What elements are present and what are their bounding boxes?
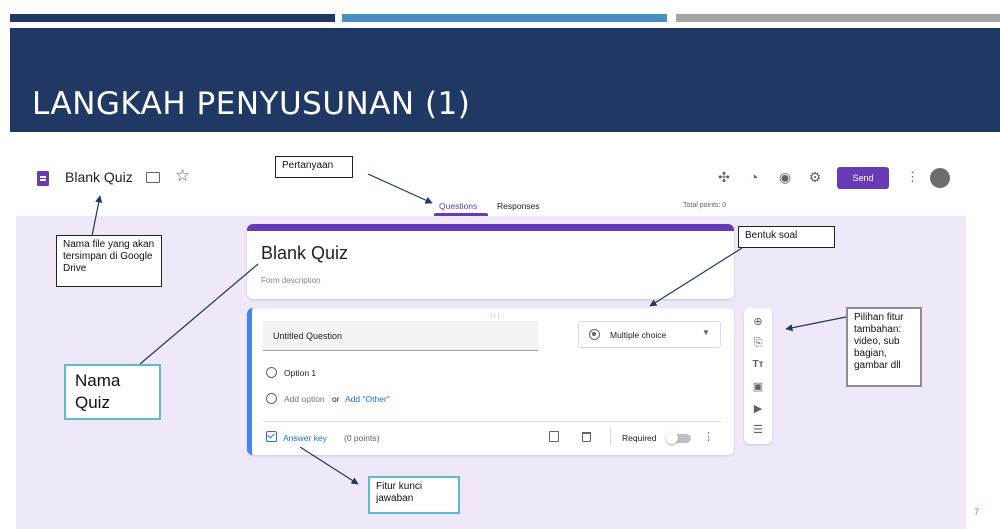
footer-separator <box>610 428 611 446</box>
palette-icon[interactable]: ◔ <box>746 169 762 185</box>
annotation-bentuk-soal: Bentuk soal <box>738 226 835 248</box>
required-label: Required <box>622 433 657 443</box>
doc-title[interactable]: Blank Quiz <box>65 169 133 185</box>
form-title-card[interactable]: Blank Quiz Form description <box>247 224 734 299</box>
add-title-icon[interactable]: Tт <box>750 358 766 372</box>
or-text: or <box>332 394 340 404</box>
more-vert-icon[interactable]: ⋮ <box>906 169 919 185</box>
checklist-icon[interactable] <box>266 431 277 442</box>
tab-responses[interactable]: Responses <box>497 201 540 211</box>
slide-title: LANGKAH PENYUSUNAN (1) <box>32 86 471 122</box>
more-vert-icon[interactable]: ⋮ <box>703 430 714 443</box>
puzzle-icon[interactable]: ✣ <box>716 169 732 185</box>
form-title[interactable]: Blank Quiz <box>261 243 348 264</box>
question-title-input[interactable]: Untitled Question <box>263 321 538 351</box>
side-toolbar: ⊕ ⎘ Tт ▣ ▶ ☰ <box>744 308 772 444</box>
total-points: Total points: 0 <box>683 202 727 209</box>
accent-bar-grey <box>676 14 1000 22</box>
question-title-text: Untitled Question <box>273 331 343 341</box>
option-1-label[interactable]: Option 1 <box>284 368 316 378</box>
accent-bar-dark <box>10 14 335 22</box>
add-option-link[interactable]: Add option <box>284 394 325 404</box>
points-label: (0 points) <box>344 433 380 443</box>
forms-screenshot: Blank Quiz ☆ ✣ ◔ ◉ ⚙ Send ⋮ Questions Re… <box>16 150 966 529</box>
annotation-fitur-kunci: Fitur kunci jawaban <box>368 476 460 514</box>
title-banner: LANGKAH PENYUSUNAN (1) <box>10 28 1000 132</box>
add-question-icon[interactable]: ⊕ <box>750 315 766 329</box>
answer-key-button[interactable]: Answer key <box>283 433 327 443</box>
trash-icon[interactable] <box>582 432 591 442</box>
radio-circle-icon <box>266 393 277 404</box>
question-type-select[interactable]: Multiple choice ▼ <box>578 321 721 348</box>
radio-button-icon <box>589 329 600 340</box>
chevron-down-icon: ▼ <box>702 328 710 337</box>
add-video-icon[interactable]: ▶ <box>750 402 766 416</box>
page-number: 7 <box>974 507 980 517</box>
app-header: Blank Quiz ☆ ✣ ◔ ◉ ⚙ Send ⋮ Questions Re… <box>16 150 966 216</box>
import-questions-icon[interactable]: ⎘ <box>750 336 766 350</box>
forms-icon[interactable] <box>37 171 49 186</box>
question-footer-divider <box>263 421 722 422</box>
annotation-pertanyaan: Pertanyaan <box>275 156 353 178</box>
send-button[interactable]: Send <box>837 167 889 189</box>
question-type-label: Multiple choice <box>610 330 667 340</box>
question-card[interactable]: ⁝⁝⁝ Untitled Question Multiple choice ▼ … <box>247 308 734 455</box>
avatar[interactable] <box>930 168 950 188</box>
gear-icon[interactable]: ⚙ <box>807 169 823 185</box>
tab-questions[interactable]: Questions <box>439 201 477 211</box>
drag-handle-icon[interactable]: ⁝⁝⁝ <box>490 311 501 320</box>
radio-circle-icon <box>266 367 277 378</box>
annotation-nama-quiz: Nama Quiz <box>64 364 161 420</box>
folder-icon[interactable] <box>146 172 160 183</box>
accent-bar-blue <box>342 14 667 22</box>
form-description-field[interactable]: Form description <box>261 276 321 285</box>
eye-icon[interactable]: ◉ <box>777 169 793 185</box>
star-icon[interactable]: ☆ <box>175 166 190 186</box>
required-toggle[interactable] <box>666 432 691 444</box>
add-image-icon[interactable]: ▣ <box>750 380 766 394</box>
add-section-icon[interactable]: ☰ <box>750 423 766 437</box>
annotation-pilihan-fitur: Pilihan fitur tambahan: video, sub bagia… <box>846 307 922 387</box>
annotation-nama-file: Nama file yang akan tersimpan di Google … <box>56 235 162 287</box>
add-other-link[interactable]: Add "Other" <box>345 394 390 404</box>
duplicate-icon[interactable] <box>549 431 559 442</box>
